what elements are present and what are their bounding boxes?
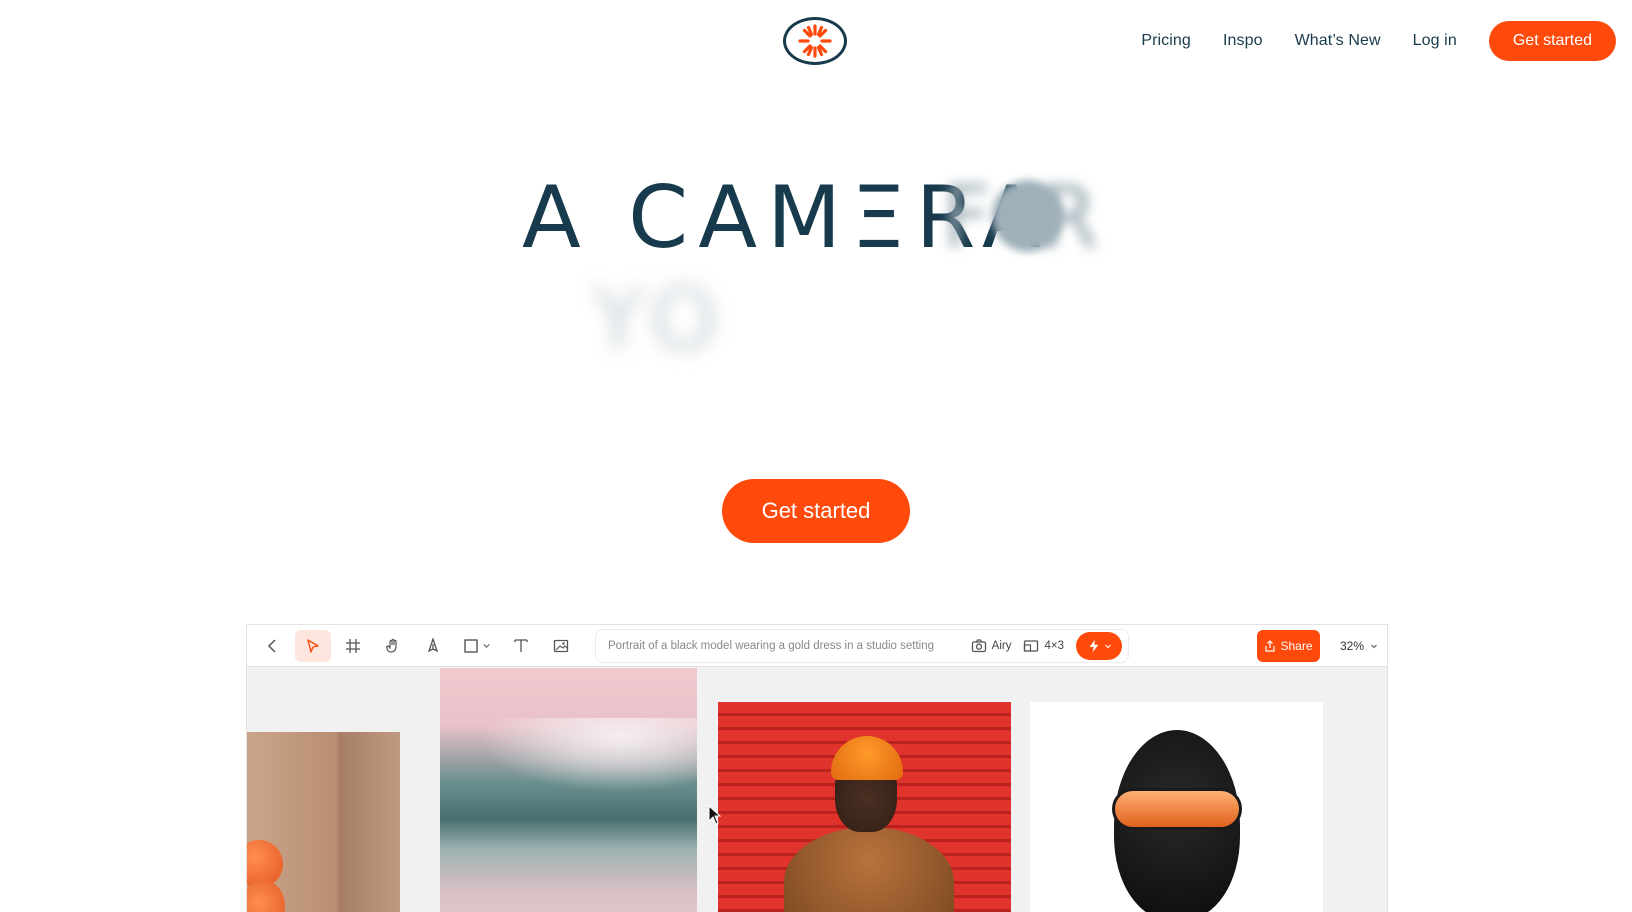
- generated-image-silhouette[interactable]: [1030, 702, 1323, 912]
- zoom-level: 32%: [1340, 639, 1365, 653]
- ratio-chip-label: 4×3: [1044, 639, 1064, 652]
- camera-icon: [971, 638, 986, 652]
- style-chip[interactable]: Airy: [971, 638, 1012, 654]
- silhouette-glasses: [1112, 788, 1242, 830]
- chevron-down-icon: [1104, 644, 1111, 648]
- editor-toolbar: Portrait of a black model wearing a gold…: [247, 625, 1387, 667]
- generate-button[interactable]: [1076, 631, 1122, 660]
- back-icon[interactable]: [255, 630, 291, 662]
- image-icon[interactable]: [543, 630, 579, 662]
- share-button[interactable]: Share: [1257, 630, 1320, 662]
- prompt-bar: Portrait of a black model wearing a gold…: [595, 628, 1129, 663]
- zoom-control[interactable]: 32%: [1340, 639, 1378, 653]
- logo[interactable]: [783, 17, 847, 65]
- text-icon[interactable]: [503, 630, 539, 662]
- nav-link-whats-new[interactable]: What’s New: [1295, 32, 1381, 50]
- frame-icon[interactable]: [335, 630, 371, 662]
- chevron-down-icon: [1371, 644, 1378, 649]
- generated-image-wave[interactable]: [440, 668, 697, 912]
- nav-link-login[interactable]: Log in: [1413, 32, 1457, 50]
- ratio-chip[interactable]: 4×3: [1023, 638, 1064, 654]
- hero-headline: A CAMΞRA F R YO: [0, 165, 1632, 375]
- mouse-cursor-icon: [708, 805, 722, 825]
- nav-link-inspo[interactable]: Inspo: [1223, 32, 1263, 50]
- aspect-ratio-icon: [1024, 639, 1039, 652]
- top-nav: Pricing Inspo What’s New Log in Get star…: [1141, 21, 1616, 61]
- get-started-button-nav[interactable]: Get started: [1488, 21, 1616, 61]
- sun-logo-icon: [798, 24, 832, 58]
- prompt-input[interactable]: Portrait of a black model wearing a gold…: [608, 640, 959, 652]
- share-icon: [1265, 640, 1276, 652]
- bolt-icon: [1089, 639, 1098, 652]
- portrait-hat: [831, 736, 903, 780]
- toy-body: [247, 882, 285, 912]
- generated-image-portrait-red[interactable]: [718, 702, 1011, 912]
- rectangle-icon[interactable]: [455, 630, 499, 662]
- toy-head: [247, 840, 283, 888]
- wave-crest: [440, 718, 697, 808]
- nav-link-pricing[interactable]: Pricing: [1141, 32, 1191, 50]
- headline-blurred-2: YO: [592, 270, 728, 370]
- image-canvas: [247, 668, 1387, 912]
- get-started-button[interactable]: Get started: [722, 479, 910, 543]
- headline-blur-dot: [992, 180, 1064, 252]
- style-chip-label: Airy: [991, 639, 1012, 652]
- portrait-coat: [784, 827, 954, 912]
- app-preview: Portrait of a black model wearing a gold…: [246, 624, 1388, 912]
- share-label: Share: [1280, 639, 1313, 653]
- pointer-icon[interactable]: [295, 629, 331, 662]
- hand-icon[interactable]: [375, 630, 411, 662]
- generated-image-toy[interactable]: [247, 732, 400, 912]
- chevron-down-icon: [483, 644, 490, 648]
- pen-icon[interactable]: [415, 630, 451, 662]
